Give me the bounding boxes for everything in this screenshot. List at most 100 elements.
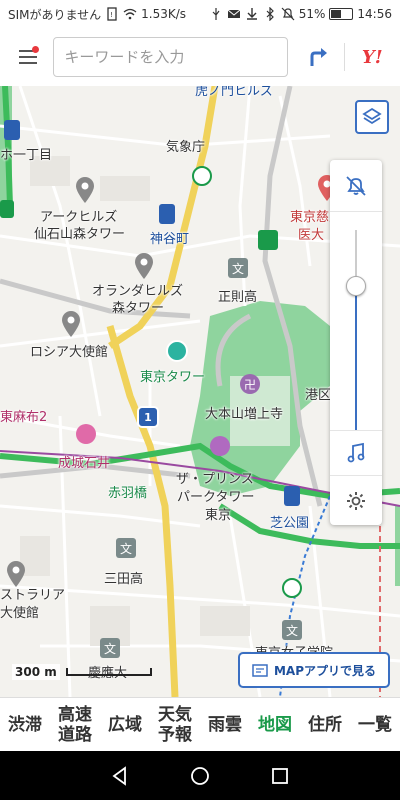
station-icon[interactable] — [0, 200, 14, 218]
school-icon[interactable]: 文 — [100, 638, 120, 658]
header-divider — [343, 43, 345, 71]
station-icon[interactable] — [284, 486, 300, 506]
map-label: 東麻布2 — [0, 410, 48, 425]
layer-button[interactable] — [355, 100, 389, 134]
map-label: ロシア大使館 — [30, 345, 109, 360]
yahoo-logo-text: Y! — [361, 46, 383, 68]
poi-pin-icon[interactable] — [133, 252, 155, 280]
map-label: 成城石井 — [58, 456, 111, 471]
map-label: 森タワー — [112, 301, 165, 316]
search-input[interactable] — [53, 37, 289, 77]
scale-label: 300 m — [12, 664, 60, 680]
nav-item-map[interactable]: 地図 — [250, 715, 300, 735]
nav-item-traffic[interactable]: 渋滞 — [0, 715, 50, 735]
usb-icon — [212, 8, 220, 20]
home-icon[interactable] — [189, 765, 211, 787]
nav-item-address[interactable]: 住所 — [300, 715, 350, 735]
nav-item-expressway[interactable]: 高速 道路 — [50, 705, 100, 745]
battery-percent: 51% — [298, 7, 326, 21]
map-label: 芝公園 — [270, 516, 310, 531]
nav-item-wide-area[interactable]: 広域 — [100, 715, 150, 735]
music-note-icon — [347, 442, 365, 463]
convenience-store-icon[interactable] — [192, 166, 212, 186]
map-label: 東京タワー — [140, 370, 206, 385]
temple-icon[interactable]: 卍 — [240, 374, 260, 394]
map-label: 赤羽橋 — [108, 486, 148, 501]
map-label: 仙石山森タワー — [34, 227, 126, 242]
music-button[interactable] — [330, 430, 382, 476]
battery-level — [331, 10, 342, 18]
nav-label-line1: 天気 — [158, 704, 192, 725]
map-label: パークタワー — [177, 490, 255, 505]
convenience-store-icon[interactable] — [282, 578, 302, 598]
map-label: 港区 — [305, 388, 332, 403]
zoom-slider[interactable] — [330, 220, 382, 430]
nav-label: 渋滞 — [8, 714, 42, 735]
yahoo-logo[interactable]: Y! — [353, 37, 392, 77]
android-nav-bar — [0, 751, 400, 800]
map-label: ザ・プリンス — [176, 472, 254, 487]
network-speed: 1.53K/s — [141, 7, 187, 21]
hotel-icon[interactable] — [210, 436, 230, 456]
hamburger-icon-bar — [18, 56, 37, 58]
layers-icon — [362, 107, 382, 125]
nav-label: 雨雲 — [208, 714, 242, 735]
gear-icon — [347, 492, 365, 510]
open-map-app-button[interactable]: MAPアプリで見る — [238, 652, 390, 688]
clock: 14:56 — [357, 7, 392, 21]
nav-label-line1: 高速 — [58, 704, 92, 725]
map-control-panel — [330, 160, 382, 525]
map-label: ホ一丁目 — [0, 148, 53, 163]
poi-pin-icon[interactable] — [5, 560, 27, 588]
recents-icon[interactable] — [269, 765, 291, 787]
menu-button[interactable] — [8, 37, 47, 77]
svg-text:!: ! — [110, 11, 113, 19]
battery-icon — [329, 8, 354, 20]
map-label: 気象庁 — [166, 140, 206, 155]
bell-off-icon — [346, 175, 366, 196]
map-label: 大使館 — [0, 606, 40, 621]
zoom-track-fill — [355, 296, 357, 430]
map-label: 東京 — [205, 508, 232, 523]
status-bar: SIMがありません ! 1.53K/s 51% 14:56 — [0, 0, 400, 28]
hamburger-icon-bar — [18, 62, 37, 64]
open-map-app-label: MAPアプリで見る — [273, 663, 377, 678]
bluetooth-icon — [266, 7, 274, 21]
school-icon[interactable]: 文 — [282, 620, 302, 640]
carrier-text: SIMがありません — [8, 7, 102, 22]
download-icon — [246, 8, 257, 20]
nav-item-list[interactable]: 一覧 — [350, 715, 400, 735]
map-label: 虎ノ門ヒルズ — [195, 86, 274, 99]
zoom-knob[interactable] — [346, 276, 366, 296]
map-app-icon — [252, 664, 268, 677]
route-arrow-icon — [310, 48, 327, 66]
nav-label: 住所 — [308, 714, 342, 735]
school-icon[interactable]: 文 — [116, 538, 136, 558]
route-shield: 1 — [137, 406, 159, 428]
settings-button[interactable] — [330, 478, 382, 524]
mail-icon — [227, 9, 241, 18]
map-label: 正則高 — [218, 290, 258, 305]
station-icon[interactable] — [4, 120, 20, 140]
shopping-icon[interactable] — [76, 424, 96, 444]
station-icon[interactable] — [159, 204, 175, 224]
back-icon[interactable] — [109, 765, 131, 787]
bottom-nav: 渋滞 高速 道路 広域 天気 予報 雨雲 地図 住所 一覧 — [0, 697, 400, 751]
route-button[interactable] — [302, 37, 335, 77]
nav-label-line2: 道路 — [58, 724, 92, 745]
nav-label: 一覧 — [358, 714, 392, 735]
notification-button[interactable] — [330, 160, 382, 212]
nav-item-weather[interactable]: 天気 予報 — [150, 705, 200, 745]
wifi-icon — [123, 8, 137, 20]
nav-item-rain-cloud[interactable]: 雨雲 — [200, 715, 250, 735]
landmark-tower-icon[interactable] — [166, 340, 188, 362]
poi-pin-icon[interactable] — [74, 176, 96, 204]
bus-icon[interactable] — [258, 230, 278, 250]
nav-label: 広域 — [108, 714, 142, 735]
nav-label: 地図 — [258, 714, 292, 735]
school-icon[interactable]: 文 — [228, 258, 248, 278]
poi-pin-icon[interactable] — [60, 310, 82, 338]
notification-dot — [32, 46, 40, 53]
route-number: 1 — [144, 410, 152, 424]
scale-bar: 300 m — [12, 664, 152, 680]
